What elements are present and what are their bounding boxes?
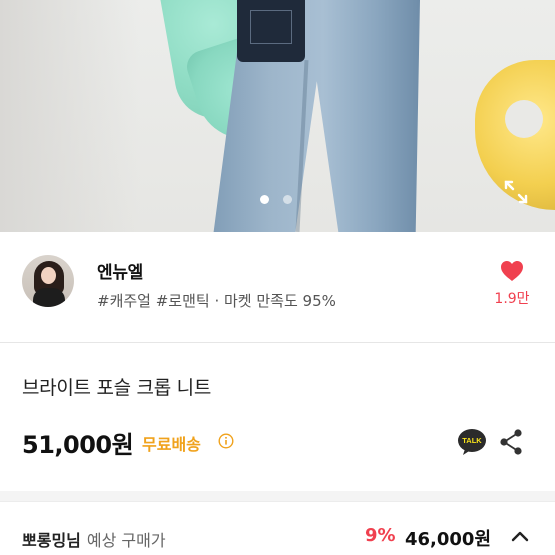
seller-avatar[interactable] — [22, 255, 74, 307]
seller-row[interactable]: 엔뉴엘 #캐주얼 #로맨틱 · 마켓 만족도 95% 1.9만 — [0, 232, 555, 342]
talk-icon-label: TALK — [462, 436, 482, 445]
seller-name[interactable]: 엔뉴엘 — [97, 258, 143, 283]
product-price: 51,000원 — [22, 431, 134, 459]
kakao-talk-icon[interactable]: TALK — [457, 428, 487, 456]
image-pagination — [260, 195, 292, 204]
jeans-tag-label — [250, 10, 292, 44]
heart-icon — [501, 261, 523, 281]
divider — [0, 342, 555, 343]
avatar-body — [33, 288, 65, 307]
yellow-bag-hole — [505, 100, 543, 138]
free-shipping-label[interactable]: 무료배송 — [142, 431, 201, 455]
chevron-up-icon[interactable] — [510, 528, 530, 544]
like-count: 1.9만 — [494, 291, 530, 307]
seller-tags: #캐주얼 #로맨틱 · 마켓 만족도 95% — [97, 292, 336, 310]
product-title: 브라이트 포슬 크롭 니트 — [22, 377, 212, 399]
expected-price: 46,000원 — [405, 529, 492, 550]
expected-price-label: 예상 구매가 — [86, 531, 166, 550]
pagination-dot-active[interactable] — [260, 195, 269, 204]
divider — [0, 501, 555, 502]
buyer-name: 뽀롱밍님 — [22, 531, 81, 550]
expected-price-row[interactable]: 뽀롱밍님 예상 구매가 — [22, 527, 166, 551]
discount-rate: 9% — [365, 525, 396, 546]
share-icon[interactable] — [498, 428, 524, 456]
section-gap — [0, 491, 555, 501]
product-image[interactable] — [0, 0, 555, 232]
wall-shadow — [0, 0, 140, 232]
like-button[interactable]: 1.9만 — [490, 260, 534, 308]
pagination-dot[interactable] — [283, 195, 292, 204]
info-icon[interactable] — [218, 433, 234, 449]
avatar-face — [41, 267, 56, 284]
expand-icon[interactable] — [502, 178, 530, 206]
